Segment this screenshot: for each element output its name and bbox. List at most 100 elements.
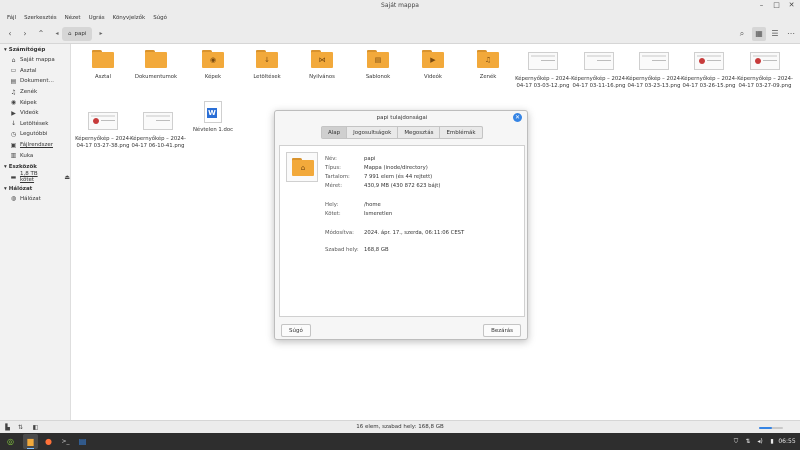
prop-value-modified: 2024. ápr. 17., szerda, 06:11:06 CEST bbox=[364, 230, 465, 236]
back-button[interactable]: ‹ bbox=[3, 27, 17, 41]
chevron-down-icon: ▾ bbox=[4, 47, 7, 53]
sidebar-item-videos[interactable]: ▶ Videók bbox=[0, 108, 70, 119]
file-item-videos[interactable]: ▶ Videók bbox=[402, 50, 464, 81]
folder-home-icon[interactable]: ⌂ bbox=[286, 152, 318, 182]
chevron-down-icon: ▾ bbox=[4, 163, 7, 170]
file-item-document[interactable]: W Névtelen 1.doc bbox=[182, 101, 244, 134]
file-manager-taskbar-icon[interactable]: ▆ bbox=[23, 434, 38, 449]
image-thumbnail bbox=[88, 112, 118, 130]
firefox-icon[interactable]: ● bbox=[41, 434, 56, 449]
dialog-close-icon[interactable]: ✕ bbox=[513, 113, 522, 122]
shield-icon[interactable]: ⛉ bbox=[732, 433, 740, 450]
file-item-screenshot[interactable]: Képernyőkép – 2024-04-17 06-10-41.png bbox=[127, 112, 189, 149]
image-thumbnail bbox=[750, 52, 780, 70]
battery-icon[interactable]: ▮ bbox=[768, 433, 776, 450]
image-thumbnail bbox=[584, 52, 614, 70]
home-icon: ⌂ bbox=[68, 31, 72, 37]
list-view-button[interactable]: ☰ bbox=[768, 27, 782, 41]
maximize-button[interactable]: □ bbox=[772, 1, 781, 10]
compact-view-button[interactable]: ⋯ bbox=[784, 27, 798, 41]
prop-value-volume: Ismeretlen bbox=[364, 211, 393, 217]
file-item-screenshot[interactable]: Képernyőkép – 2024-04-17 03-23-13.png bbox=[623, 52, 685, 89]
clock[interactable]: 06:55 bbox=[776, 433, 798, 450]
file-item-documents[interactable]: Dokumentumok bbox=[125, 50, 187, 81]
sidebar-item-downloads[interactable]: ↓ Letöltések bbox=[0, 119, 70, 130]
prop-value-name[interactable]: papi bbox=[364, 156, 375, 162]
menu-help[interactable]: Súgó bbox=[149, 12, 171, 24]
window-title: Saját mappa bbox=[381, 2, 419, 9]
image-thumbnail bbox=[694, 52, 724, 70]
prop-label-contents: Tartalom: bbox=[325, 174, 350, 180]
prop-label-type: Típus: bbox=[325, 165, 341, 171]
close-dialog-button[interactable]: Bezárás bbox=[483, 324, 521, 337]
file-item-pictures[interactable]: ◉ Képek bbox=[182, 50, 244, 81]
menu-view[interactable]: Nézet bbox=[61, 12, 85, 24]
sidebar-item-trash[interactable]: ▥ Kuka bbox=[0, 150, 70, 161]
sidebar-item-filesystem[interactable]: ▣ Fájlrendszer bbox=[0, 140, 70, 151]
file-item-music[interactable]: ♫ Zenék bbox=[457, 50, 519, 81]
menu-bookmarks[interactable]: Könyvjelzők bbox=[109, 12, 150, 24]
help-button[interactable]: Súgó bbox=[281, 324, 311, 337]
file-item-screenshot[interactable]: Képernyőkép – 2024-04-17 03-27-09.png bbox=[734, 52, 796, 89]
file-item-downloads[interactable]: ↓ Letöltések bbox=[236, 50, 298, 81]
taskbar: ◎ ▆ ● >_ ▤ ⛉ ⇅ ◂) ▮ 06:55 bbox=[0, 433, 800, 450]
file-item-screenshot[interactable]: Képernyőkép – 2024-04-17 03-27-38.png bbox=[72, 112, 134, 149]
sidebar-item-home[interactable]: ⌂ Saját mappa bbox=[0, 55, 70, 66]
prop-label-free-space: Szabad hely: bbox=[325, 247, 359, 253]
tab-permissions[interactable]: Jogosultságok bbox=[347, 127, 399, 138]
file-item-public[interactable]: ⋈ Nyilvános bbox=[291, 50, 353, 81]
sidebar-section-computer[interactable]: ▾ Számítógép bbox=[0, 44, 70, 55]
sidebar-item-volume[interactable]: ▬ 1,8 TB kötet ⏏ bbox=[0, 171, 70, 183]
eject-icon[interactable]: ⏏ bbox=[64, 174, 70, 181]
word-document-icon: W bbox=[204, 101, 222, 123]
file-item-screenshot[interactable]: Képernyőkép – 2024-04-17 03-03-12.png bbox=[512, 52, 574, 89]
menu-edit[interactable]: Szerkesztés bbox=[20, 12, 61, 24]
pictures-icon: ◉ bbox=[10, 99, 17, 107]
music-icon: ♫ bbox=[10, 88, 17, 96]
image-thumbnail bbox=[143, 112, 173, 130]
terminal-icon[interactable]: >_ bbox=[58, 434, 73, 449]
sidebar-item-recent[interactable]: ◷ Legutóbbi bbox=[0, 129, 70, 140]
prop-label-location: Hely: bbox=[325, 202, 339, 208]
filesystem-icon: ▣ bbox=[10, 141, 17, 149]
file-item-screenshot[interactable]: Képernyőkép – 2024-04-17 03-26-15.png bbox=[678, 52, 740, 89]
sidebar-item-pictures[interactable]: ◉ Képek bbox=[0, 97, 70, 108]
network-icon[interactable]: ⇅ bbox=[744, 433, 752, 450]
sidebar: ▾ Számítógép ⌂ Saját mappa ▭ Asztal ▤ Dokum… bbox=[0, 44, 71, 420]
close-button[interactable]: ✕ bbox=[787, 1, 796, 10]
menu-go[interactable]: Ugrás bbox=[85, 12, 109, 24]
folder-music-icon: ♫ bbox=[477, 50, 499, 68]
mint-menu-icon[interactable]: ◎ bbox=[3, 434, 18, 449]
minimize-button[interactable]: – bbox=[757, 1, 766, 10]
file-item-screenshot[interactable]: Képernyőkép – 2024-04-17 03-11-16.png bbox=[568, 52, 630, 89]
properties-dialog: papi tulajdonságai ✕ Alap Jogosultságok … bbox=[274, 110, 528, 340]
dialog-tabs: Alap Jogosultságok Megosztás Emblémák bbox=[321, 126, 483, 139]
breadcrumb-home[interactable]: ⌂ papi bbox=[62, 27, 93, 41]
tab-emblems[interactable]: Emblémák bbox=[440, 127, 481, 138]
icon-view-button[interactable]: ▦ bbox=[752, 27, 766, 41]
file-item-templates[interactable]: ▤ Sablonok bbox=[347, 50, 409, 81]
network-icon: ◍ bbox=[10, 195, 17, 203]
tab-sharing[interactable]: Megosztás bbox=[398, 127, 441, 138]
sidebar-section-network[interactable]: ▾ Hálózat bbox=[0, 183, 70, 194]
menu-file[interactable]: Fájl bbox=[3, 12, 20, 24]
app-window-icon[interactable]: ▤ bbox=[75, 434, 90, 449]
breadcrumb-prev-button[interactable]: ◂ bbox=[53, 27, 61, 41]
status-bar: ▙ ⇅ ◧ 16 elem, szabad hely: 168,8 GB bbox=[0, 420, 800, 433]
up-button[interactable]: ⌃ bbox=[34, 27, 48, 41]
volume-icon[interactable]: ◂) bbox=[756, 433, 764, 450]
prop-value-type: Mappa (inode/directory) bbox=[364, 165, 428, 171]
search-button[interactable]: ⌕ bbox=[735, 27, 749, 41]
sidebar-item-desktop[interactable]: ▭ Asztal bbox=[0, 66, 70, 77]
title-bar[interactable]: Saját mappa – □ ✕ bbox=[0, 0, 800, 12]
toolbar: ‹ › ⌃ ◂ ⌂ papi ▸ ⌕ ▦ ☰ ⋯ bbox=[0, 24, 800, 44]
forward-button[interactable]: › bbox=[18, 27, 32, 41]
zoom-slider[interactable] bbox=[759, 427, 783, 429]
breadcrumb-next-button[interactable]: ▸ bbox=[97, 27, 105, 41]
sidebar-item-network[interactable]: ◍ Hálózat bbox=[0, 194, 70, 205]
sidebar-item-music[interactable]: ♫ Zenék bbox=[0, 87, 70, 98]
recent-icon: ◷ bbox=[10, 130, 17, 138]
sidebar-item-documents[interactable]: ▤ Dokument… bbox=[0, 76, 70, 87]
folder-icon bbox=[145, 50, 167, 68]
tab-basic[interactable]: Alap bbox=[322, 127, 348, 138]
